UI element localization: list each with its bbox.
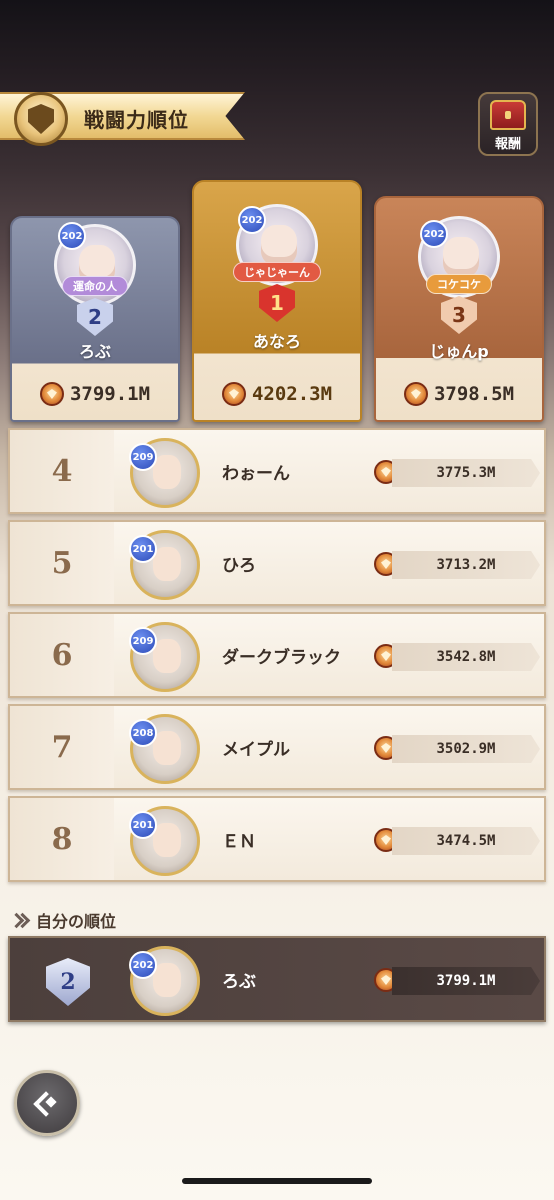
- power-value: 3799.1M: [392, 967, 540, 995]
- power-value: 3474.5M: [392, 827, 540, 855]
- avatar: 202: [129, 946, 200, 1016]
- podium-rank-3[interactable]: 202 コケコケ 3 じゅんp 3798.5M: [374, 196, 544, 422]
- double-chevron-icon: [14, 913, 28, 927]
- title-ribbon: コケコケ: [426, 274, 492, 294]
- level-badge: 201: [129, 811, 157, 839]
- rank-number: 5: [10, 522, 114, 604]
- power-value: 3502.9M: [392, 735, 540, 763]
- power-value: 3713.2M: [392, 551, 540, 579]
- title-ribbon: じゃじゃーん: [233, 262, 321, 282]
- player-name: メイプル: [222, 739, 290, 760]
- player-name: あなろ: [252, 332, 301, 351]
- player-name: じゅんp: [429, 342, 489, 361]
- avatar: 201: [129, 806, 200, 876]
- rank-number: 4: [10, 430, 114, 512]
- ranking-row[interactable]: 5 201 ひろ 3713.2M: [8, 520, 546, 606]
- power-display: 4202.3M: [194, 368, 360, 420]
- rank-number: 8: [10, 798, 114, 880]
- podium-rank-1[interactable]: 202 じゃじゃーん 1 あなろ 4202.3M: [192, 180, 362, 422]
- title-ribbon: 運命の人: [62, 276, 128, 296]
- avatar: 209: [129, 622, 200, 692]
- power-value: 3775.3M: [392, 459, 540, 487]
- player-name: ダークブラック: [222, 647, 341, 668]
- ranking-row[interactable]: 6 209 ダークブラック 3542.8M: [8, 612, 546, 698]
- level-badge: 209: [129, 443, 157, 471]
- rank-number: 7: [10, 706, 114, 788]
- podium-rank-2[interactable]: 202 運命の人 2 ろぶ 3799.1M: [10, 216, 180, 422]
- avatar: 209: [129, 438, 200, 508]
- rank-shield: 3: [441, 296, 477, 334]
- page-title: 戦闘力順位: [84, 108, 189, 132]
- back-arrow-icon: [33, 1089, 61, 1117]
- player-name: ろぶ: [78, 342, 111, 361]
- reward-button[interactable]: 報酬: [478, 92, 538, 156]
- level-badge: 201: [129, 535, 157, 563]
- rank-shield: 1: [259, 284, 295, 322]
- power-value: 3542.8M: [392, 643, 540, 671]
- reward-label: 報酬: [494, 137, 521, 152]
- treasure-chest-icon: [490, 100, 526, 130]
- power-display: 3798.5M: [376, 368, 542, 420]
- ranking-row[interactable]: 4 209 わぉーん 3775.3M: [8, 428, 546, 514]
- combat-power-icon: [403, 382, 428, 406]
- shield-emblem-icon: [14, 92, 68, 146]
- my-rank-heading: 自分の順位: [14, 908, 116, 932]
- ranking-row[interactable]: 7 208 メイプル 3502.9M: [8, 704, 546, 790]
- power-value: 3798.5M: [433, 383, 515, 405]
- combat-power-icon: [39, 382, 64, 406]
- player-name: ＥＮ: [222, 831, 256, 852]
- power-value: 4202.3M: [251, 383, 333, 405]
- level-badge: 208: [129, 719, 157, 747]
- my-rank-label: 自分の順位: [36, 912, 117, 931]
- rank-shield: 2: [77, 298, 113, 336]
- power-value: 3799.1M: [69, 383, 151, 405]
- my-rank-row[interactable]: 2 202 ろぶ 3799.1M: [8, 936, 546, 1022]
- avatar: 208: [129, 714, 200, 784]
- avatar: 201: [129, 530, 200, 600]
- player-name: ろぶ: [222, 971, 256, 992]
- level-badge: 202: [420, 220, 448, 248]
- level-badge: 202: [129, 951, 157, 979]
- home-indicator: [182, 1178, 372, 1184]
- rank-number: 6: [10, 614, 114, 696]
- combat-power-icon: [221, 382, 246, 406]
- ranking-row[interactable]: 8 201 ＥＮ 3474.5M: [8, 796, 546, 882]
- rank-shield: 2: [46, 958, 90, 1006]
- level-badge: 202: [238, 206, 266, 234]
- player-name: ひろ: [222, 555, 256, 576]
- back-button[interactable]: [14, 1070, 80, 1136]
- power-display: 3799.1M: [12, 368, 178, 420]
- level-badge: 202: [58, 222, 86, 250]
- player-name: わぉーん: [222, 463, 290, 484]
- level-badge: 209: [129, 627, 157, 655]
